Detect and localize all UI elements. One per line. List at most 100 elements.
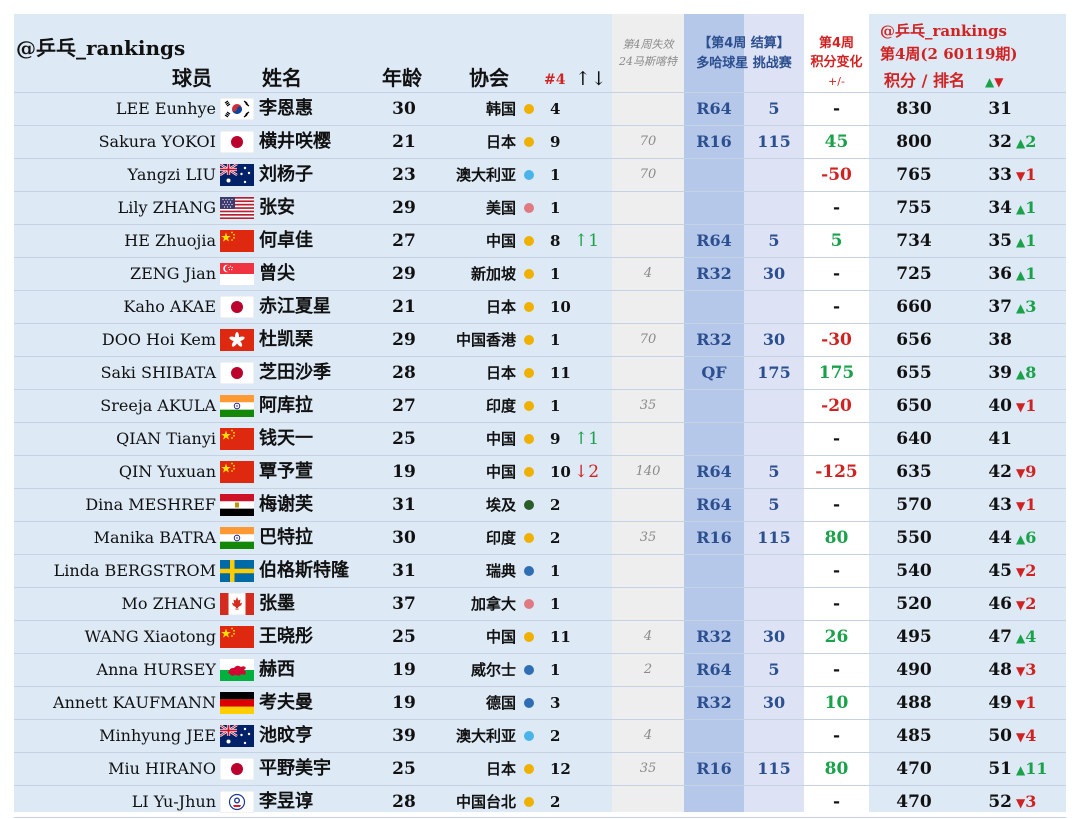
points-change: - xyxy=(832,561,841,581)
association-dot-icon xyxy=(524,203,534,213)
total-points: 640 xyxy=(896,429,932,449)
rank-change: ▲2 xyxy=(1016,126,1036,158)
expired-points xyxy=(612,93,684,125)
table-row: LI Yu-Jhun 李昱谆 28 中国台北 2-470 52 ▼3 xyxy=(14,785,1066,818)
association-dot-icon xyxy=(524,137,534,147)
table-row: Manika BATRA 巴特拉 30 印度 2 35 R16 115 80 550 44 ▲6 xyxy=(14,521,1066,554)
player-age: 23 xyxy=(392,165,416,185)
china-flag-icon xyxy=(219,625,255,649)
association-dot-icon xyxy=(524,236,534,246)
expired-points: 35 xyxy=(639,530,657,545)
week4-count: 9 xyxy=(550,430,561,448)
total-points: 830 xyxy=(896,99,932,119)
points-change: - xyxy=(832,297,841,317)
tournament-points: 30 xyxy=(762,627,786,646)
player-age: 25 xyxy=(392,759,416,779)
header-total-line1: @乒乓_rankings xyxy=(880,22,1007,40)
sweden-flag-icon xyxy=(219,559,255,583)
header-player: 球员 xyxy=(172,66,212,90)
player-chinese-name: 王晓彤 xyxy=(259,626,313,647)
rank-change: ▲1 xyxy=(1016,192,1036,224)
header-association: 协会 xyxy=(469,66,509,90)
australia-flag-icon xyxy=(219,724,255,748)
week4-count: 1 xyxy=(550,595,561,613)
current-rank: 41 xyxy=(988,429,1012,449)
points-change: - xyxy=(832,792,841,812)
expired-points xyxy=(612,555,684,587)
total-points: 656 xyxy=(896,330,932,350)
header-tournament-result: 【第4周 结算】 多哈球星 挑战赛 xyxy=(684,34,804,74)
week4-count: 1 xyxy=(550,199,561,217)
total-points: 540 xyxy=(896,561,932,581)
header-expired-line1: 第4周失效 xyxy=(622,38,674,51)
rank-change-value: 3 xyxy=(1025,792,1037,811)
week4-count: 2 xyxy=(550,793,561,811)
expired-points xyxy=(612,786,684,818)
player-age: 30 xyxy=(392,99,416,119)
rank-up-triangle-icon: ▲ xyxy=(1016,763,1026,777)
tournament-points: 5 xyxy=(768,660,780,679)
player-english-name: DOO Hoi Kem xyxy=(101,330,216,349)
expired-points xyxy=(612,291,684,323)
table-row: Anna HURSEY 赫西 19 威尔士 1 2 R64 5-490 48 ▼3 xyxy=(14,653,1066,686)
player-association: 中国 xyxy=(485,463,516,481)
player-english-name: ZENG Jian xyxy=(129,264,216,283)
expired-points xyxy=(612,192,684,224)
player-association: 日本 xyxy=(485,364,516,382)
expired-points: 70 xyxy=(639,167,657,182)
player-age: 31 xyxy=(392,495,416,515)
expired-points: 4 xyxy=(643,728,653,743)
egypt-flag-icon xyxy=(219,493,255,517)
total-points: 485 xyxy=(896,726,932,746)
week4-count: 11 xyxy=(550,628,571,646)
rank-change-value: 9 xyxy=(1025,462,1037,481)
points-change: 80 xyxy=(824,528,849,548)
expired-points: 4 xyxy=(643,629,653,644)
player-association: 印度 xyxy=(485,529,516,547)
tournament-points xyxy=(744,588,804,620)
expired-points: 2 xyxy=(643,662,653,677)
player-association: 澳大利亚 xyxy=(455,166,516,184)
rank-up-triangle-icon: ▲ xyxy=(1016,235,1026,249)
points-change: 5 xyxy=(830,231,843,251)
week4-count: 3 xyxy=(550,694,561,712)
player-english-name: LEE Eunhye xyxy=(115,99,216,118)
rank-change: ▲1 xyxy=(1016,225,1036,257)
table-row: DOO Hoi Kem 杜凯琹 29 中国香港 1 70 R32 30 -30 656 38 xyxy=(14,323,1066,356)
tournament-points: 115 xyxy=(757,528,791,547)
rank-change: ▲8 xyxy=(1016,357,1036,389)
association-dot-icon xyxy=(524,764,534,774)
rank-down-triangle-icon: ▼ xyxy=(1016,796,1026,810)
expired-points xyxy=(612,225,684,257)
total-points: 734 xyxy=(896,231,932,251)
total-points: 655 xyxy=(896,363,932,383)
player-association: 印度 xyxy=(485,397,516,415)
player-association: 日本 xyxy=(485,133,516,151)
player-age: 19 xyxy=(392,693,416,713)
china-flag-icon xyxy=(219,229,255,253)
rank-change-value: 8 xyxy=(1025,363,1037,382)
table-row: Miu HIRANO 平野美宇 25 日本 12 35 R16 115 80 470 51 ▲11 xyxy=(14,752,1066,785)
header-total-line2: 第4周(2 60119期) xyxy=(880,45,1018,63)
header-result-line2: 多哈球星 挑战赛 xyxy=(696,56,792,71)
header-change-line2: 积分变化 xyxy=(810,55,863,70)
player-age: 27 xyxy=(392,396,416,416)
player-age: 31 xyxy=(392,561,416,581)
total-points: 570 xyxy=(896,495,932,515)
tournament-result: R32 xyxy=(696,627,732,646)
rank-change-value: 1 xyxy=(1025,264,1037,283)
player-chinese-name: 平野美宇 xyxy=(259,758,331,779)
player-english-name: Miu HIRANO xyxy=(108,759,216,778)
header-total-line3: 积分 / 排名 ▲▼ xyxy=(884,67,1003,91)
rank-change-value: 6 xyxy=(1025,528,1037,547)
tournament-points: 5 xyxy=(768,462,780,481)
player-english-name: Annett KAUFMANN xyxy=(53,693,216,712)
tournament-result: QF xyxy=(701,363,727,382)
player-association: 德国 xyxy=(485,694,516,712)
expired-points: 70 xyxy=(639,332,657,347)
current-rank: 48 xyxy=(988,660,1012,680)
association-dot-icon xyxy=(524,500,534,510)
table-row: Lily ZHANG 张安 29 美国 1-755 34 ▲1 xyxy=(14,191,1066,224)
rank-down-triangle-icon: ▼ xyxy=(1016,565,1026,579)
header-expired-points: 第4周失效 24马斯喀特 xyxy=(612,36,684,70)
